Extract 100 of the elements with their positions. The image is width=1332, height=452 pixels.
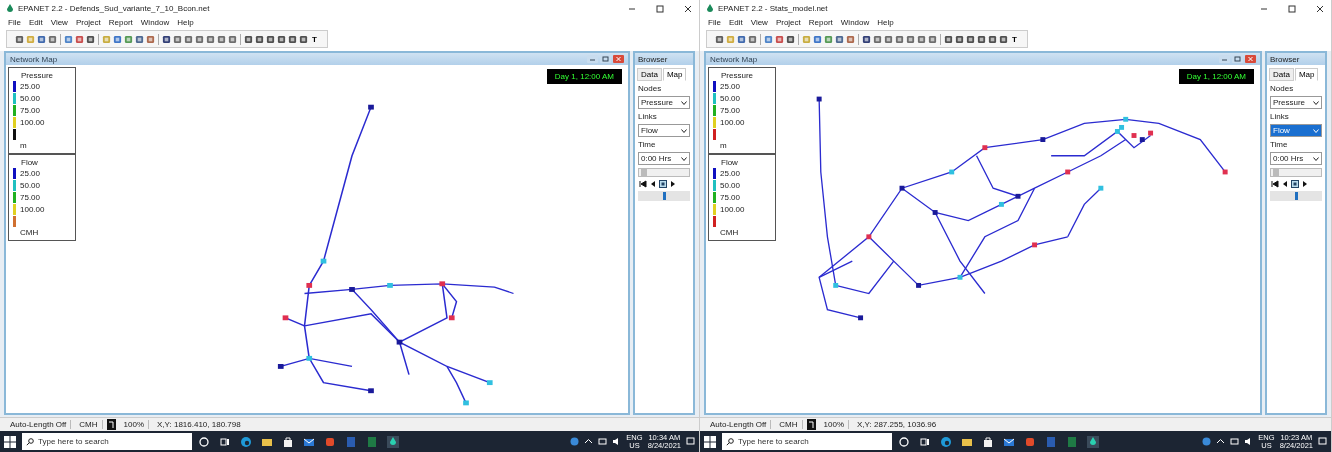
step-back-icon[interactable] xyxy=(1281,180,1289,188)
legend-label: 100.00 xyxy=(20,205,45,214)
speed-slider-thumb[interactable] xyxy=(1294,192,1298,200)
notification-icon[interactable] xyxy=(686,437,695,446)
notification-icon[interactable] xyxy=(1318,437,1327,446)
legend-unit: CMH xyxy=(20,228,40,237)
map-window-title: Network Map xyxy=(10,54,59,64)
browser-app-icon[interactable] xyxy=(240,435,252,448)
menu-item[interactable]: Report xyxy=(808,18,833,27)
rewind-icon[interactable] xyxy=(1271,180,1279,188)
run-status-icon xyxy=(106,419,116,430)
flow-units-status: CMH xyxy=(775,420,803,429)
water-drop-icon[interactable] xyxy=(1087,435,1099,448)
maximize-icon[interactable] xyxy=(655,3,665,14)
nodes-dropdown[interactable]: Pressure xyxy=(1270,96,1322,109)
step-back-icon[interactable] xyxy=(649,180,657,188)
nodes-dropdown[interactable]: Pressure xyxy=(638,96,690,109)
legend-label: 50.00 xyxy=(20,94,41,103)
spreadsheet-app-icon[interactable] xyxy=(1066,435,1078,448)
browser-tab[interactable]: Map xyxy=(1294,68,1319,81)
spreadsheet-app-icon[interactable] xyxy=(366,435,378,448)
close-icon[interactable] xyxy=(683,3,693,14)
chevron-up-icon[interactable] xyxy=(584,437,594,446)
menu-item[interactable]: Edit xyxy=(28,18,43,27)
legend-label: 75.00 xyxy=(20,106,41,115)
legend-unit: m xyxy=(720,141,728,150)
speed-slider-thumb[interactable] xyxy=(662,192,666,200)
dropdown-caret-icon[interactable] xyxy=(681,100,687,105)
menu-item[interactable]: View xyxy=(50,18,68,27)
time-dropdown[interactable]: 0:00 Hrs xyxy=(1270,152,1322,165)
simulation-time-display: Day 1, 12:00 AM xyxy=(1178,69,1254,84)
task-view-icon[interactable] xyxy=(219,435,231,448)
dropdown-caret-icon[interactable] xyxy=(1313,100,1319,105)
auto-length-status: Auto-Length Off xyxy=(6,420,72,429)
nodes-label: Nodes xyxy=(1269,84,1295,93)
shopping-bag-icon[interactable] xyxy=(282,435,294,448)
network-icon[interactable] xyxy=(598,437,608,446)
time-slider-thumb[interactable] xyxy=(641,169,647,176)
menu-item[interactable]: View xyxy=(750,18,768,27)
menu-item[interactable]: Project xyxy=(75,18,101,27)
legend-label: 75.00 xyxy=(720,106,741,115)
menu-item[interactable]: File xyxy=(708,18,721,27)
time-slider-thumb[interactable] xyxy=(1273,169,1279,176)
dropdown-caret-icon[interactable] xyxy=(681,128,687,133)
cortana-icon[interactable] xyxy=(198,435,210,448)
legend-label: 25.00 xyxy=(720,169,741,178)
maximize-icon[interactable] xyxy=(600,55,611,63)
coordinates-status: X,Y: 287.255, 1036.96 xyxy=(856,420,938,429)
task-view-icon[interactable] xyxy=(919,435,931,448)
search-icon xyxy=(726,437,734,446)
simulation-time-display: Day 1, 12:00 AM xyxy=(546,69,622,84)
links-dropdown[interactable]: Flow xyxy=(638,124,690,137)
windows-start-icon[interactable] xyxy=(704,435,716,448)
dropdown-caret-icon[interactable] xyxy=(1313,156,1319,161)
taskbar-search-field[interactable]: Type here to search xyxy=(722,433,892,450)
chevron-up-icon[interactable] xyxy=(1216,437,1226,446)
close-icon[interactable] xyxy=(1315,3,1325,14)
water-drop-icon[interactable] xyxy=(387,435,399,448)
weather-icon[interactable] xyxy=(1202,437,1212,446)
play-icon[interactable] xyxy=(1301,180,1309,188)
text-label-tool[interactable]: T xyxy=(1010,34,1019,44)
window-title: EPANET 2.2 - Defends_Sud_variante_7_10_Bcon.net xyxy=(18,4,211,13)
links-dropdown[interactable]: Flow xyxy=(1270,124,1322,137)
menu-item[interactable]: File xyxy=(8,18,21,27)
maximize-icon[interactable] xyxy=(1232,55,1243,63)
dropdown-caret-icon[interactable] xyxy=(681,156,687,161)
document-app-icon[interactable] xyxy=(1045,435,1057,448)
stop-icon[interactable] xyxy=(1291,180,1299,188)
taskbar-search-field[interactable]: Type here to search xyxy=(22,433,192,450)
menu-item[interactable]: Project xyxy=(775,18,801,27)
windows-start-icon[interactable] xyxy=(4,435,16,448)
cortana-icon[interactable] xyxy=(898,435,910,448)
maximize-icon[interactable] xyxy=(1287,3,1297,14)
legend-title: Pressure xyxy=(21,71,54,80)
stop-icon[interactable] xyxy=(659,180,667,188)
legend-label: 75.00 xyxy=(20,193,41,202)
menu-item[interactable]: Help xyxy=(877,18,894,27)
text-label-tool[interactable]: T xyxy=(310,34,319,44)
menu-item[interactable]: Help xyxy=(177,18,194,27)
legend-label: 100.00 xyxy=(20,118,45,127)
play-icon[interactable] xyxy=(669,180,677,188)
legend-title: Pressure xyxy=(721,71,754,80)
run-status-icon xyxy=(806,419,816,430)
network-icon[interactable] xyxy=(1230,437,1240,446)
browser-tab[interactable]: Map xyxy=(662,68,687,81)
rewind-icon[interactable] xyxy=(639,180,647,188)
browser-tab[interactable]: Data xyxy=(637,68,662,81)
browser-tab[interactable]: Data xyxy=(1269,68,1294,81)
menu-item[interactable]: Report xyxy=(108,18,133,27)
browser-app-icon[interactable] xyxy=(940,435,952,448)
flow-units-status: CMH xyxy=(75,420,103,429)
time-label: Time xyxy=(1269,140,1289,149)
document-app-icon[interactable] xyxy=(345,435,357,448)
menu-item[interactable]: Edit xyxy=(728,18,743,27)
time-dropdown[interactable]: 0:00 Hrs xyxy=(638,152,690,165)
shopping-bag-icon[interactable] xyxy=(982,435,994,448)
menu-item[interactable]: Window xyxy=(840,18,870,27)
weather-icon[interactable] xyxy=(570,437,580,446)
browser-title: Browser xyxy=(1270,54,1300,64)
menu-item[interactable]: Window xyxy=(140,18,170,27)
